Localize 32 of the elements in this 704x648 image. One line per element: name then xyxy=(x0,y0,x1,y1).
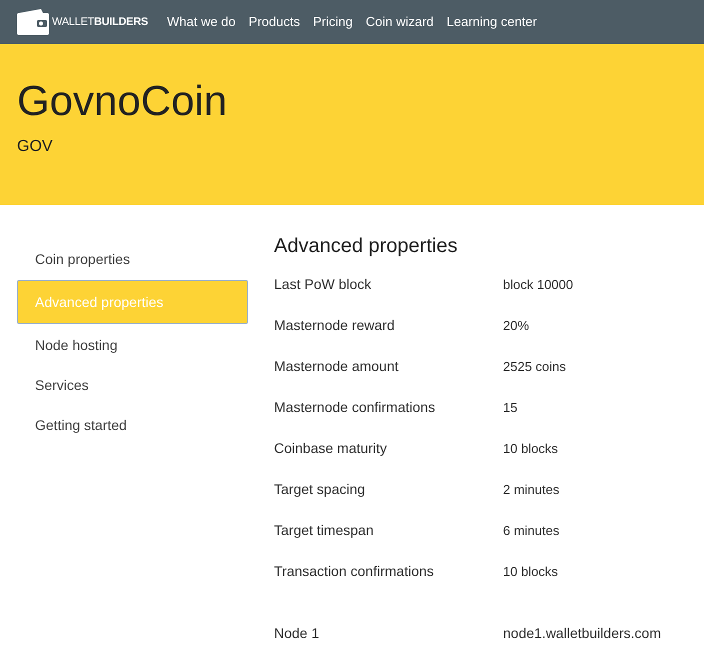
property-value: 6 minutes xyxy=(503,522,560,540)
section-heading: Advanced properties xyxy=(274,234,458,259)
property-label: Coinbase maturity xyxy=(274,439,388,458)
property-label: Transaction confirmations xyxy=(274,562,435,581)
property-value: 15 xyxy=(503,398,518,417)
property-label: Masternode amount xyxy=(274,357,400,376)
nav-link[interactable]: Pricing xyxy=(312,12,353,32)
property-value: 20% xyxy=(503,316,530,335)
property-label: Target timespan xyxy=(274,521,375,540)
property-value: 10 blocks xyxy=(503,440,558,458)
property-label: Target spacing xyxy=(274,480,366,499)
logo-text[interactable]: WALLETBUILDERS xyxy=(52,14,148,30)
property-value: 2525 coins xyxy=(503,358,566,376)
sidebar-item[interactable]: Getting started xyxy=(17,405,248,445)
nav-link[interactable]: What we do xyxy=(167,12,236,32)
sidebar-item[interactable]: Services xyxy=(17,365,248,405)
nav-link[interactable]: Products xyxy=(248,12,300,32)
wallet-icon xyxy=(17,9,49,35)
property-value: block 10000 xyxy=(503,276,574,294)
node-label: Node 1 xyxy=(274,624,320,643)
property-value: 2 minutes xyxy=(503,480,560,499)
property-value: 10 blocks xyxy=(503,562,558,581)
sidebar-item[interactable]: Node hosting xyxy=(17,325,248,365)
coin-title: GovnoCoin xyxy=(17,79,228,123)
property-label: Masternode confirmations xyxy=(274,398,436,417)
sidebar-item[interactable]: Coin properties xyxy=(17,239,248,279)
property-label: Last PoW block xyxy=(274,275,372,294)
property-label: Masternode reward xyxy=(274,316,396,335)
node-address: node1.walletbuilders.com xyxy=(503,624,661,643)
nav-link[interactable]: Learning center xyxy=(446,12,537,32)
nav-link[interactable]: Coin wizard xyxy=(366,12,434,32)
coin-ticker: GOV xyxy=(17,137,54,157)
